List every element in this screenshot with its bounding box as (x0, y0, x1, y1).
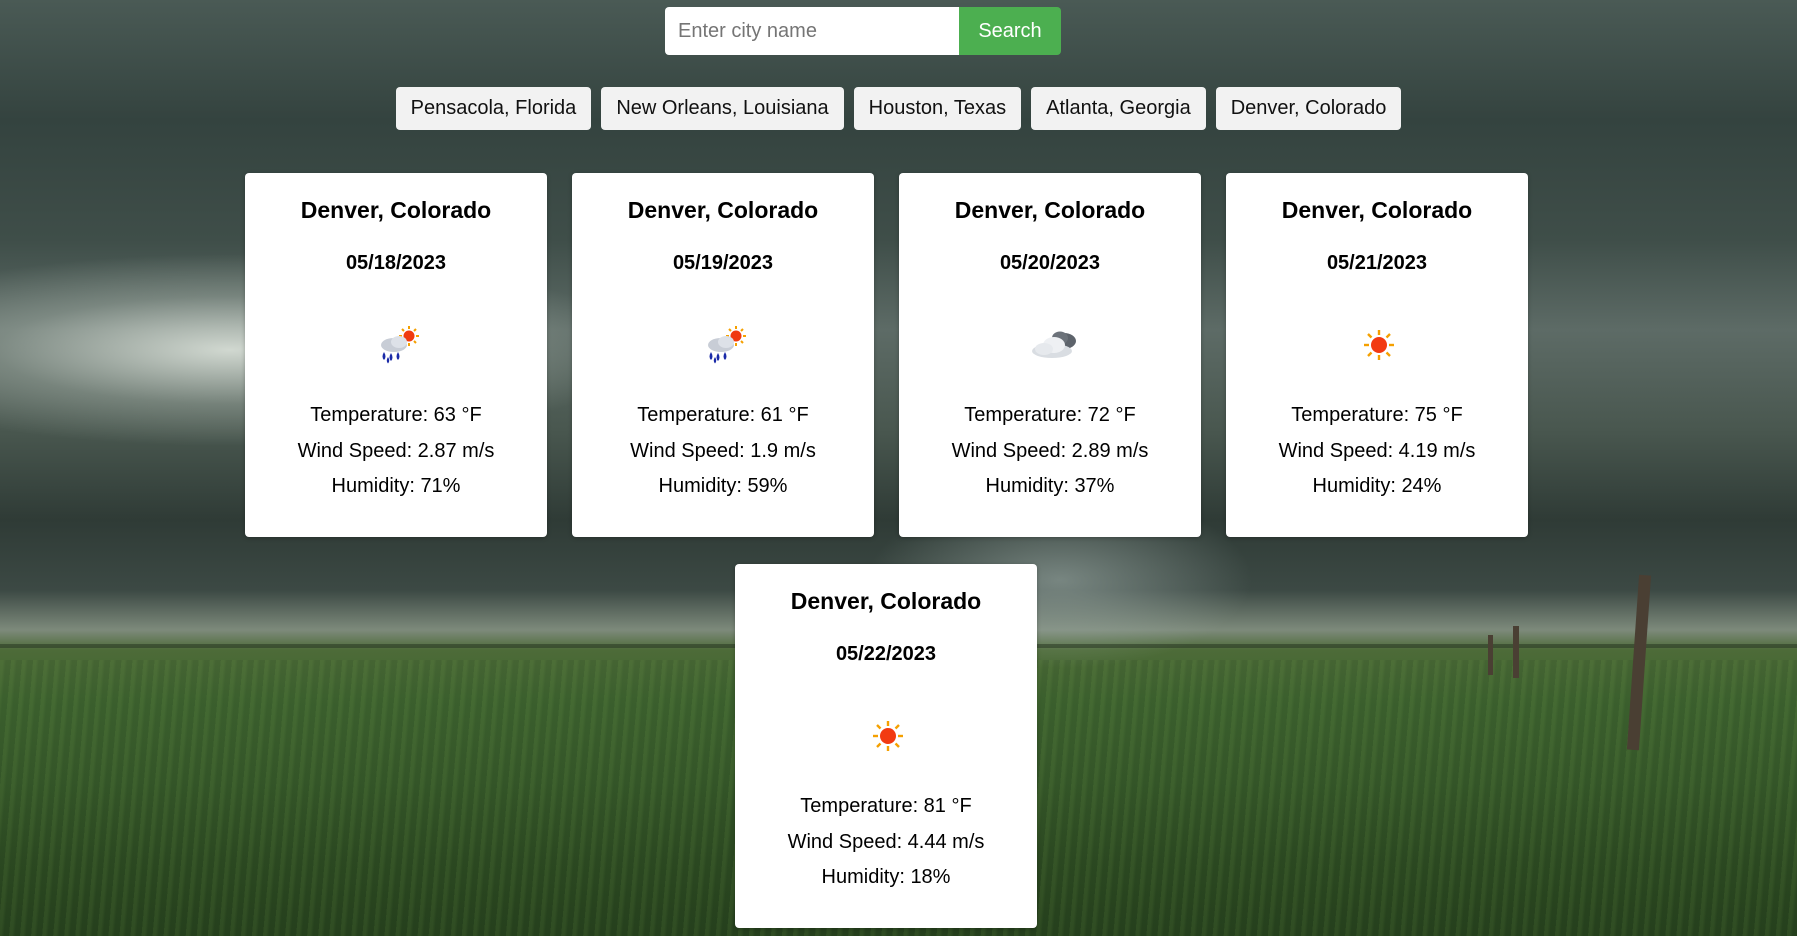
search-bar: Search (665, 7, 1061, 55)
search-button[interactable]: Search (959, 7, 1061, 55)
card-temperature: Temperature: 61 °F (637, 404, 809, 426)
card-city: Denver, Colorado (627, 197, 819, 223)
rain-sun-icon (376, 325, 420, 365)
card-wind-speed: Wind Speed: 2.87 m/s (297, 440, 495, 462)
card-city: Denver, Colorado (954, 197, 1146, 223)
forecast-card: Denver, Colorado 05/21/2023 Temperature:… (1226, 173, 1528, 537)
rain-sun-icon (703, 325, 747, 365)
card-date: 05/20/2023 (999, 252, 1101, 274)
city-button-atlanta[interactable]: Atlanta, Georgia (1031, 87, 1206, 130)
background-fence-post (1513, 626, 1519, 678)
card-temperature: Temperature: 63 °F (310, 404, 482, 426)
card-city: Denver, Colorado (1281, 197, 1473, 223)
city-button-pensacola[interactable]: Pensacola, Florida (395, 87, 592, 130)
card-wind-speed: Wind Speed: 1.9 m/s (630, 440, 816, 462)
card-date: 05/18/2023 (345, 252, 447, 274)
card-date: 05/19/2023 (672, 252, 774, 274)
city-button-houston[interactable]: Houston, Texas (853, 87, 1022, 130)
card-wind-speed: Wind Speed: 4.19 m/s (1278, 440, 1476, 462)
card-humidity: Humidity: 18% (821, 866, 951, 888)
background-fence-post (1488, 635, 1493, 675)
card-wind-speed: Wind Speed: 4.44 m/s (787, 831, 985, 853)
forecast-card: Denver, Colorado 05/18/2023 Temperature:… (245, 173, 547, 537)
card-temperature: Temperature: 72 °F (964, 404, 1136, 426)
card-date: 05/22/2023 (835, 643, 937, 665)
search-input[interactable] (665, 7, 959, 55)
forecast-card: Denver, Colorado 05/20/2023 Temperature:… (899, 173, 1201, 537)
card-humidity: Humidity: 24% (1312, 475, 1442, 497)
forecast-card: Denver, Colorado 05/22/2023 Temperature:… (735, 564, 1037, 928)
cloudy-icon (1030, 325, 1076, 365)
card-humidity: Humidity: 37% (985, 475, 1115, 497)
forecast-card: Denver, Colorado 05/19/2023 Temperature:… (572, 173, 874, 537)
card-city: Denver, Colorado (790, 588, 982, 614)
city-button-new-orleans[interactable]: New Orleans, Louisiana (601, 87, 844, 130)
quick-city-list: Pensacola, Florida New Orleans, Louisian… (0, 87, 1797, 130)
card-city: Denver, Colorado (300, 197, 492, 223)
card-date: 05/21/2023 (1326, 252, 1428, 274)
card-humidity: Humidity: 59% (658, 475, 788, 497)
city-button-denver[interactable]: Denver, Colorado (1215, 87, 1402, 130)
card-temperature: Temperature: 81 °F (800, 795, 972, 817)
sun-icon (1357, 325, 1401, 365)
sun-icon (866, 716, 910, 756)
card-humidity: Humidity: 71% (331, 475, 461, 497)
card-wind-speed: Wind Speed: 2.89 m/s (951, 440, 1149, 462)
card-temperature: Temperature: 75 °F (1291, 404, 1463, 426)
